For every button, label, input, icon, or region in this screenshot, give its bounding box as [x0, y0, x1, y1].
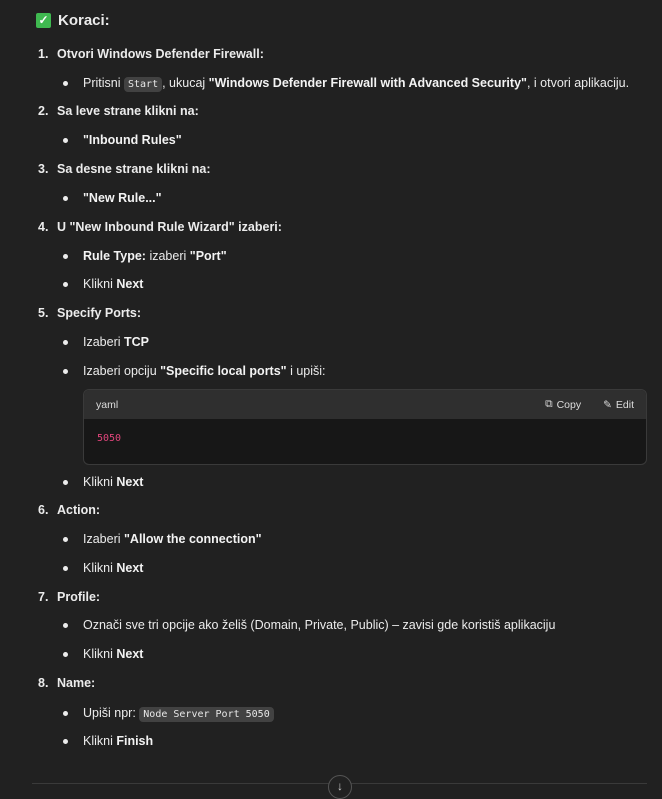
arrow-down-icon: ↓ — [337, 779, 343, 793]
scroll-down-button[interactable]: ↓ — [328, 775, 352, 799]
check-box-icon: ✓ — [36, 13, 51, 28]
code-content: 5050 — [97, 433, 122, 444]
code-language: yaml — [96, 398, 119, 411]
copy-icon: ⧉ — [545, 398, 553, 410]
step-title: Otvori Windows Defender Firewall: — [57, 47, 264, 61]
inline-code: Start — [123, 77, 163, 92]
edit-button[interactable]: ✎ Edit — [603, 399, 634, 411]
code-block: yaml ⧉ Copy ✎ Edit 5050 — [83, 389, 647, 465]
inline-code: Node Server Port 5050 — [139, 707, 274, 722]
pencil-icon: ✎ — [603, 398, 612, 411]
copy-button[interactable]: ⧉ Copy — [545, 398, 581, 411]
section-heading: ✓ Koraci: — [36, 12, 110, 29]
